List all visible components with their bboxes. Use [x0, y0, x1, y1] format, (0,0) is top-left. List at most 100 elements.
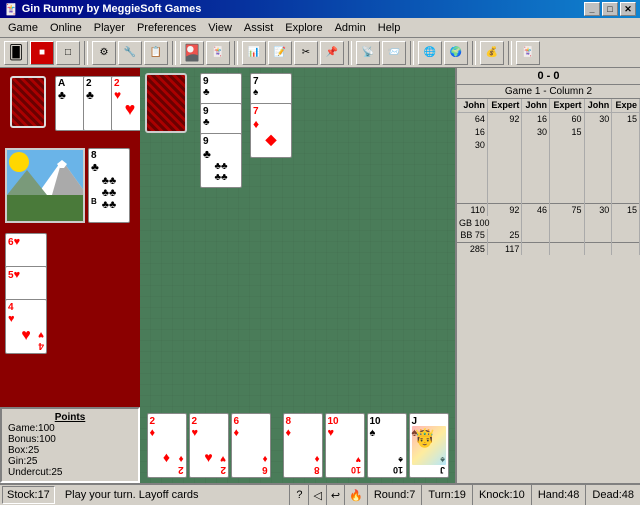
menu-game[interactable]: Game	[2, 20, 44, 36]
score-row-totals: 110 92 46 75 30 15	[457, 203, 640, 216]
toolbar-sep5	[410, 41, 414, 65]
card-8-clubs[interactable]: 8 ♣ ♣♣♣♣♣♣ B	[88, 148, 130, 223]
card-separator	[273, 413, 281, 478]
points-box: Points Game:100 Bonus:100 Box:25 Gin:25 …	[0, 407, 140, 483]
toolbar-b13[interactable]: 🌍	[444, 41, 468, 65]
toolbar-sep1	[84, 41, 88, 65]
toolbar-b6[interactable]: 📊	[242, 41, 266, 65]
opp-meld-9clubs: 9♣ 9♣ 9♣ ♣♣♣♣	[200, 73, 242, 188]
status-round: Round:7	[368, 485, 423, 505]
toolbar-b2[interactable]: 🔧	[118, 41, 142, 65]
score-row-bb: BB 75 25	[457, 229, 640, 242]
score-game-col: Game 1 - Column 2	[457, 85, 640, 99]
opponent-cards: A♣ A♣ 2♣ 2♣ 2♥ 2♥ ♥	[55, 76, 149, 131]
toolbar-save[interactable]: □	[56, 41, 80, 65]
score-row-final: 285 117	[457, 242, 640, 255]
toolbar-sep2	[172, 41, 176, 65]
status-turn: Turn:19	[422, 485, 473, 505]
score-table: John Expert John Expert John Expe 64 92 …	[457, 99, 640, 255]
menu-bar: Game Online Player Preferences View Assi…	[0, 18, 640, 38]
card-6-diamonds[interactable]: 6♦ 6♦	[231, 413, 271, 478]
status-fire: 🔥	[345, 485, 368, 505]
score-row-empty2	[457, 164, 640, 177]
menu-help[interactable]: Help	[372, 20, 407, 36]
points-box-val: Box:25	[8, 445, 132, 456]
points-gin: Gin:25	[8, 456, 132, 467]
score-row-gb: GB 100	[457, 216, 640, 229]
status-knock: Knock:10	[473, 485, 532, 505]
card-10-spades[interactable]: 10♠ 10♠	[367, 413, 407, 478]
play-area: 9♣ 9♣ 9♣ ♣♣♣♣ 7♠ 7♦ ◆ 2♦ ♦ 2♦	[140, 68, 455, 483]
status-stock: Stock:17	[2, 486, 55, 504]
played-column: 6♥ 5♥ 4♥ 4♥ ♥	[5, 233, 47, 354]
app-icon: 🃏	[4, 3, 18, 16]
toolbar-b1[interactable]: ⚙	[92, 41, 116, 65]
menu-online[interactable]: Online	[44, 20, 88, 36]
col-expert2: Expert	[550, 99, 585, 112]
toolbar-b7[interactable]: 📝	[268, 41, 292, 65]
card-10-hearts[interactable]: 10♥ 10♥	[325, 413, 365, 478]
toolbar-sep3	[234, 41, 238, 65]
toolbar-sep6	[472, 41, 476, 65]
card-2-diamonds[interactable]: 2♦ ♦ 2♦	[147, 413, 187, 478]
score-row-empty4	[457, 190, 640, 203]
status-undo[interactable]: ↩	[327, 485, 345, 505]
score-row-empty1	[457, 151, 640, 164]
toolbar-sep7	[508, 41, 512, 65]
toolbar-b11[interactable]: 📨	[382, 41, 406, 65]
toolbar-b5[interactable]: 🃏	[206, 41, 230, 65]
toolbar-b8[interactable]: ✂	[294, 41, 318, 65]
status-nav[interactable]: ◁	[309, 485, 326, 505]
menu-view[interactable]: View	[202, 20, 238, 36]
player-hand: 2♦ ♦ 2♦ 2♥ ♥ 2♥ 6♦ 6♦ 8♦ 8♦	[140, 413, 455, 478]
minimize-button[interactable]: _	[584, 2, 600, 16]
card-facedown-1[interactable]	[10, 76, 46, 128]
menu-preferences[interactable]: Preferences	[131, 20, 202, 36]
title-bar: 🃏 Gin Rummy by MeggieSoft Games _ □ ✕	[0, 0, 640, 18]
game-area: A♣ A♣ 2♣ 2♣ 2♥ 2♥ ♥	[0, 68, 640, 483]
menu-admin[interactable]: Admin	[329, 20, 372, 36]
menu-explore[interactable]: Explore	[279, 20, 328, 36]
col-john3: John	[584, 99, 612, 112]
toolbar-b9[interactable]: 📌	[320, 41, 344, 65]
title-bar-left: 🃏 Gin Rummy by MeggieSoft Games	[4, 3, 201, 16]
draw-discard-area	[145, 73, 187, 133]
score-header: 0 - 0	[457, 68, 640, 85]
toolbar-open[interactable]: ■	[30, 41, 54, 65]
score-panel: 0 - 0 Game 1 - Column 2 John Expert John…	[455, 68, 640, 483]
toolbar-deal[interactable]: 🎴	[180, 41, 204, 65]
landscape-image	[5, 148, 85, 223]
toolbar-b3[interactable]: 📋	[144, 41, 168, 65]
menu-assist[interactable]: Assist	[238, 20, 279, 36]
status-help[interactable]: ?	[290, 485, 309, 505]
col-john2: John	[522, 99, 550, 112]
close-button[interactable]: ✕	[620, 2, 636, 16]
toolbar-sep4	[348, 41, 352, 65]
toolbar-b12[interactable]: 🌐	[418, 41, 442, 65]
status-dead: Dead:48	[586, 485, 640, 505]
maximize-button[interactable]: □	[602, 2, 618, 16]
score-row-1: 64 92 16 60 30 15	[457, 112, 640, 125]
col-john1: John	[457, 99, 487, 112]
score-row-2: 16 30 15	[457, 125, 640, 138]
card-2-hearts[interactable]: 2♥ ♥ 2♥	[189, 413, 229, 478]
card-9-clubs-3[interactable]: 9♣ ♣♣♣♣	[200, 133, 242, 188]
stock-pile[interactable]	[145, 73, 187, 133]
toolbar-b15[interactable]: 🃏	[516, 41, 540, 65]
toolbar-new[interactable]: 🂠	[4, 41, 28, 65]
toolbar-b10[interactable]: 📡	[356, 41, 380, 65]
card-jack[interactable]: J♠ J♠ 🤴	[409, 413, 449, 478]
points-undercut: Undercut:25	[8, 467, 132, 478]
status-hand: Hand:48	[532, 485, 587, 505]
toolbar-b14[interactable]: 💰	[480, 41, 504, 65]
points-game: Game:100	[8, 423, 132, 434]
card-4-hearts[interactable]: 4♥ 4♥ ♥	[5, 299, 47, 354]
card-8-diamonds[interactable]: 8♦ 8♦	[283, 413, 323, 478]
left-panel: A♣ A♣ 2♣ 2♣ 2♥ 2♥ ♥	[0, 68, 140, 483]
points-bonus: Bonus:100	[8, 434, 132, 445]
toolbar: 🂠 ■ □ ⚙ 🔧 📋 🎴 🃏 📊 📝 ✂ 📌 📡 📨 🌐 🌍 💰 🃏	[0, 38, 640, 68]
score-row-3: 30	[457, 138, 640, 151]
card-7-diamonds[interactable]: 7♦ ◆	[250, 103, 292, 158]
title-bar-controls: _ □ ✕	[584, 2, 636, 16]
menu-player[interactable]: Player	[88, 20, 131, 36]
